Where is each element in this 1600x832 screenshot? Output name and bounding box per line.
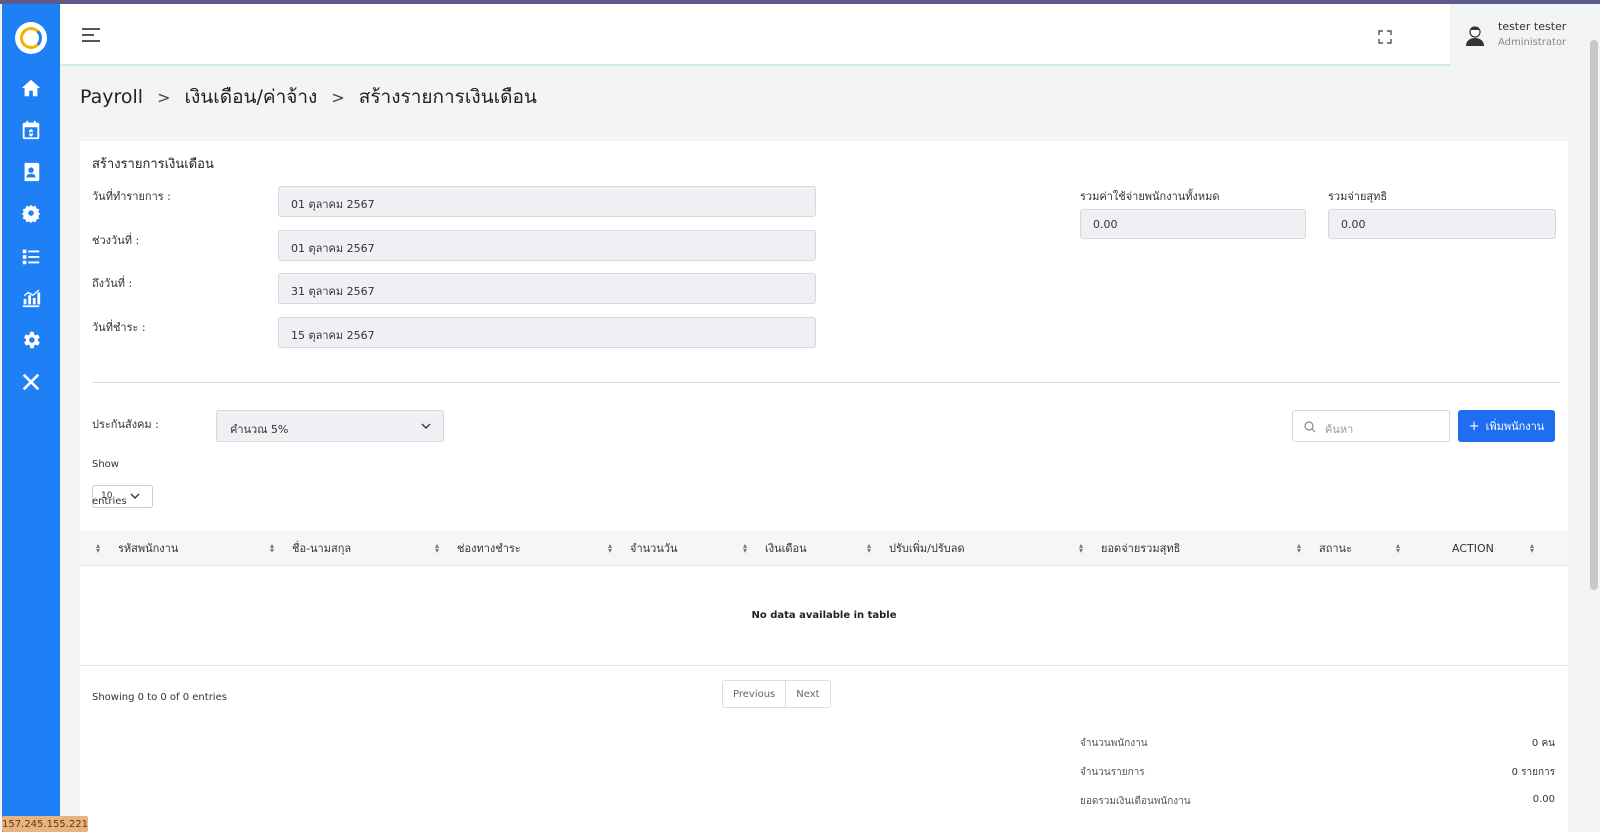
total-expense-field: 0.00 bbox=[1080, 209, 1306, 239]
fullscreen-icon[interactable] bbox=[1378, 30, 1392, 44]
user-role: Administrator bbox=[1498, 37, 1567, 48]
page-scrollbar[interactable] bbox=[1590, 40, 1598, 590]
search-icon bbox=[1304, 421, 1316, 433]
breadcrumb-current: สร้างรายการเงินเดือน bbox=[358, 86, 537, 108]
table-header: ▴ ▾ รหัสพนักงาน ▴ ▾ ชื่อ-นามสกุล ▴ ▾ ช่องทา… bbox=[80, 530, 1568, 566]
tools-icon[interactable] bbox=[19, 370, 43, 394]
transaction-date-field[interactable]: 01 ตุลาคม 2567 bbox=[278, 186, 816, 217]
transaction-date-label: วันที่ทำรายการ : bbox=[92, 190, 171, 203]
column-adjustment[interactable]: ปรับเพิ่ม/ปรับลด bbox=[889, 530, 965, 566]
next-button[interactable]: Next bbox=[786, 681, 829, 707]
add-employee-label: เพิ่มพนักงาน bbox=[1485, 420, 1545, 433]
card-title: สร้างรายการเงินเดือน bbox=[92, 157, 214, 172]
breadcrumb-salary[interactable]: เงินเดือน/ค่าจ้าง bbox=[184, 82, 317, 112]
column-employee-id[interactable]: รหัสพนักงาน bbox=[118, 530, 178, 566]
employee-list-icon[interactable] bbox=[19, 244, 43, 268]
column-salary[interactable]: เงินเดือน bbox=[765, 530, 807, 566]
sort-icon[interactable]: ▴ ▾ bbox=[743, 530, 747, 566]
search-input[interactable]: ค้นหา bbox=[1292, 410, 1450, 442]
payroll-create-card: สร้างรายการเงินเดือน วันที่ทำรายการ : 01… bbox=[80, 141, 1568, 832]
period-start-label: ช่วงวันที่ : bbox=[92, 234, 140, 247]
contact-book-icon[interactable] bbox=[19, 160, 43, 184]
pay-date-label: วันที่ชำระ : bbox=[92, 321, 146, 334]
social-security-label: ประกันสังคม : bbox=[92, 418, 159, 431]
sort-icon[interactable]: ▴ ▾ bbox=[1079, 530, 1083, 566]
salary-total-value: 0.00 bbox=[1532, 794, 1555, 805]
item-count-value: 0 รายการ bbox=[1511, 767, 1555, 778]
menu-toggle-icon[interactable] bbox=[82, 28, 100, 42]
net-total-field: 0.00 bbox=[1328, 209, 1556, 239]
pagination: Previous Next bbox=[722, 680, 831, 708]
app-logo[interactable] bbox=[15, 22, 47, 54]
sort-icon[interactable]: ▴ ▾ bbox=[96, 530, 100, 566]
item-count-label: จำนวนรายการ bbox=[1080, 767, 1145, 778]
column-net-pay[interactable]: ยอดจ่ายรวมสุทธิ bbox=[1101, 530, 1180, 566]
table-info: Showing 0 to 0 of 0 entries bbox=[92, 692, 227, 703]
sort-icon[interactable]: ▴ ▾ bbox=[270, 530, 274, 566]
home-icon[interactable] bbox=[19, 76, 43, 100]
total-expense-label: รวมค่าใช้จ่ายพนักงานทั้งหมด bbox=[1080, 190, 1220, 203]
salary-total-label: ยอดรวมเงินเดือนพนักงาน bbox=[1080, 796, 1191, 807]
column-days[interactable]: จำนวนวัน bbox=[630, 530, 678, 566]
sidebar bbox=[2, 4, 60, 832]
plus-icon: + bbox=[1468, 418, 1480, 434]
employee-count-label: จำนวนพนักงาน bbox=[1080, 738, 1148, 749]
sort-icon[interactable]: ▴ ▾ bbox=[867, 530, 871, 566]
breadcrumb: Payroll > เงินเดือน/ค่าจ้าง > สร้างรายกา… bbox=[80, 82, 537, 112]
logo-mark bbox=[20, 27, 42, 49]
employee-count-value: 0 คน bbox=[1531, 738, 1555, 749]
payroll-calendar-icon[interactable] bbox=[19, 118, 43, 142]
social-security-select[interactable]: คำนวณ 5% bbox=[216, 410, 444, 442]
pay-date-field[interactable]: 15 ตุลาคม 2567 bbox=[278, 317, 816, 348]
user-menu[interactable]: tester tester Administrator bbox=[1450, 4, 1568, 66]
previous-button[interactable]: Previous bbox=[723, 681, 787, 707]
search-placeholder: ค้นหา bbox=[1325, 423, 1354, 436]
section-divider bbox=[92, 382, 1560, 383]
sort-icon[interactable]: ▴ ▾ bbox=[608, 530, 612, 566]
ip-badge: 157.245.155.221 bbox=[2, 816, 88, 832]
period-end-field[interactable]: 31 ตุลาคม 2567 bbox=[278, 273, 816, 304]
sort-icon[interactable]: ▴ ▾ bbox=[1297, 530, 1301, 566]
sort-icon[interactable]: ▴ ▾ bbox=[1530, 530, 1534, 566]
show-label: Show bbox=[92, 459, 119, 470]
table-empty-message: No data available in table bbox=[80, 566, 1568, 666]
add-employee-button[interactable]: + เพิ่มพนักงาน bbox=[1458, 410, 1555, 442]
sort-icon[interactable]: ▴ ▾ bbox=[435, 530, 439, 566]
breadcrumb-payroll[interactable]: Payroll bbox=[80, 86, 143, 108]
period-start-field[interactable]: 01 ตุลาคม 2567 bbox=[278, 230, 816, 261]
chevron-down-icon bbox=[421, 423, 431, 429]
chevron-down-icon bbox=[130, 493, 140, 499]
user-name: tester tester bbox=[1498, 20, 1567, 33]
settings-gear-icon[interactable] bbox=[19, 328, 43, 352]
chevron-right-icon: > bbox=[331, 87, 345, 107]
social-security-value: คำนวณ 5% bbox=[230, 423, 289, 436]
period-end-label: ถึงวันที่ : bbox=[92, 277, 133, 290]
top-header: tester tester Administrator bbox=[60, 4, 1568, 66]
column-action[interactable]: ACTION bbox=[1452, 530, 1494, 566]
report-chart-icon[interactable] bbox=[19, 286, 43, 310]
net-total-label: รวมจ่ายสุทธิ bbox=[1328, 190, 1388, 203]
chevron-right-icon: > bbox=[157, 87, 171, 107]
team-settings-icon[interactable] bbox=[19, 202, 43, 226]
column-full-name[interactable]: ชื่อ-นามสกุล bbox=[292, 530, 351, 566]
entries-label: entries bbox=[92, 496, 127, 507]
user-avatar-icon bbox=[1466, 26, 1484, 46]
sort-icon[interactable]: ▴ ▾ bbox=[1396, 530, 1400, 566]
column-status[interactable]: สถานะ bbox=[1319, 530, 1352, 566]
column-payment-channel[interactable]: ช่องทางชำระ bbox=[457, 530, 521, 566]
